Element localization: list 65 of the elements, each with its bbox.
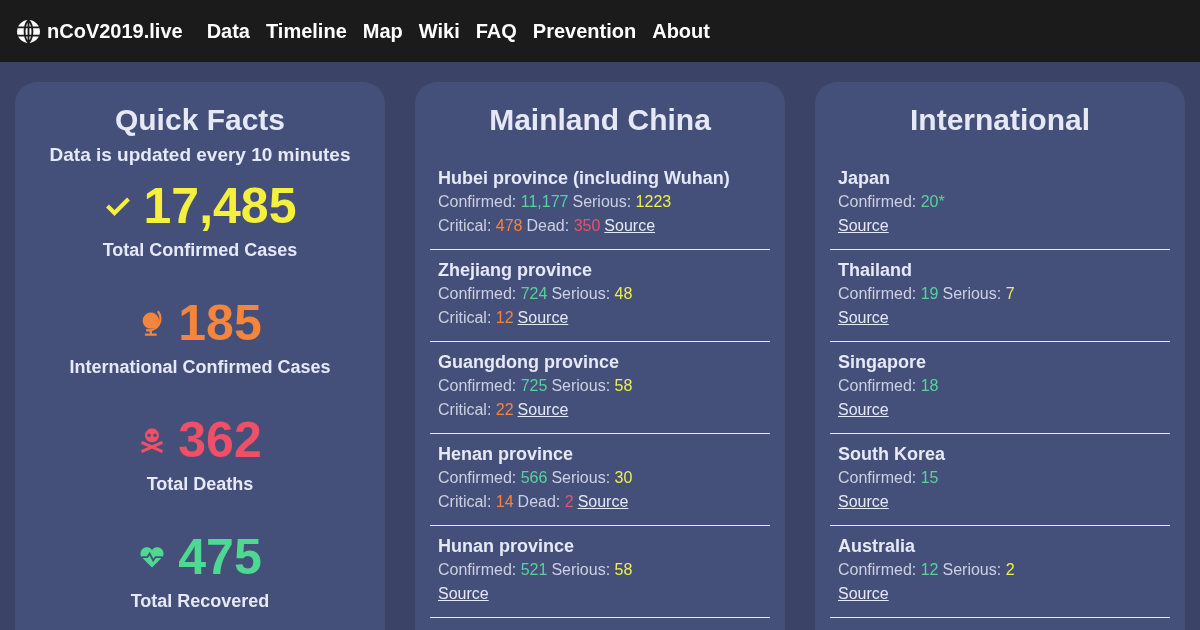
nav-link[interactable]: Wiki — [418, 19, 460, 43]
region-name: Hubei province (including Wuhan) — [438, 167, 731, 190]
source-link[interactable]: Source — [604, 214, 656, 238]
fact-label: Total Deaths — [145, 474, 255, 495]
site-name[interactable]: nCoV2019.live — [47, 19, 183, 43]
case-stat: Serious: 30 — [551, 468, 633, 488]
case-stat: Dead: 350 — [526, 216, 601, 236]
update-note: Data is updated every 10 minutes — [48, 144, 352, 166]
nav-link[interactable]: Prevention — [532, 19, 637, 43]
case-stat: Critical: 478 — [438, 216, 523, 236]
case-stat: Confirmed: 521 — [438, 560, 548, 580]
source-link[interactable]: Source — [838, 214, 889, 238]
case-stat: Confirmed: 566 — [438, 468, 548, 488]
nav-link[interactable]: About — [652, 19, 710, 43]
case-stat: Confirmed: 19 — [838, 284, 939, 304]
case-stat: Critical: 22 — [438, 400, 514, 420]
case-stat: Confirmed: 724 — [438, 284, 548, 304]
fact-label: Total Recovered — [129, 591, 271, 612]
source-link[interactable]: Source — [438, 582, 489, 606]
source-link[interactable]: Source — [517, 306, 569, 330]
source-link[interactable]: Source — [838, 490, 889, 514]
card-title: International — [909, 102, 1091, 138]
region-name: Guangdong province — [438, 351, 620, 374]
source-link[interactable]: Source — [577, 490, 629, 514]
region-name: Zhejiang province — [438, 259, 594, 282]
case-stat: Dead: 2 — [517, 492, 574, 512]
case-stat: Confirmed: 18 — [838, 376, 939, 396]
fact-number: 475 — [178, 528, 262, 587]
card-title: Quick Facts — [113, 102, 287, 138]
fact-label: International Confirmed Cases — [68, 357, 332, 378]
source-link[interactable]: Source — [838, 582, 889, 606]
case-stat: Confirmed: 12 — [838, 560, 939, 580]
case-stat: Serious: 48 — [551, 284, 633, 304]
case-stat: Confirmed: 20* — [838, 192, 945, 212]
case-stat: Confirmed: 11,177 — [438, 192, 569, 212]
region-name: Thailand — [838, 259, 913, 282]
case-stat: Confirmed: 725 — [438, 376, 548, 396]
region-name: Australia — [838, 535, 917, 558]
region-name: Singapore — [838, 351, 927, 374]
source-link[interactable]: Source — [517, 398, 569, 422]
fact-number: 17,485 — [143, 177, 297, 236]
card-title: Mainland China — [488, 102, 712, 138]
nav-link[interactable]: FAQ — [475, 19, 517, 43]
region-name: Henan province — [438, 443, 575, 466]
case-stat: Critical: 12 — [438, 308, 514, 328]
case-stat: Critical: 14 — [438, 492, 514, 512]
nav-link[interactable]: Data — [206, 19, 250, 43]
case-stat: Serious: 58 — [551, 376, 633, 396]
fact-number: 185 — [178, 294, 262, 353]
case-stat: Confirmed: 15 — [838, 468, 939, 488]
case-stat: Serious: 1223 — [572, 192, 672, 212]
fact-number: 362 — [178, 411, 262, 470]
region-name: Japan — [838, 167, 892, 190]
site-logo[interactable]: nCoV2019.live — [16, 18, 183, 44]
fact-label: Total Confirmed Cases — [101, 240, 299, 261]
case-stat: Serious: 58 — [551, 560, 633, 580]
region-name: South Korea — [838, 443, 946, 466]
case-stat: Serious: 7 — [942, 284, 1015, 304]
globe-icon — [16, 18, 41, 44]
source-link[interactable]: Source — [838, 306, 889, 330]
nav-link[interactable]: Map — [362, 19, 403, 43]
case-stat: Serious: 2 — [942, 560, 1015, 580]
region-name: Hunan province — [438, 535, 576, 558]
source-link[interactable]: Source — [838, 398, 889, 422]
nav-link[interactable]: Timeline — [266, 19, 347, 43]
